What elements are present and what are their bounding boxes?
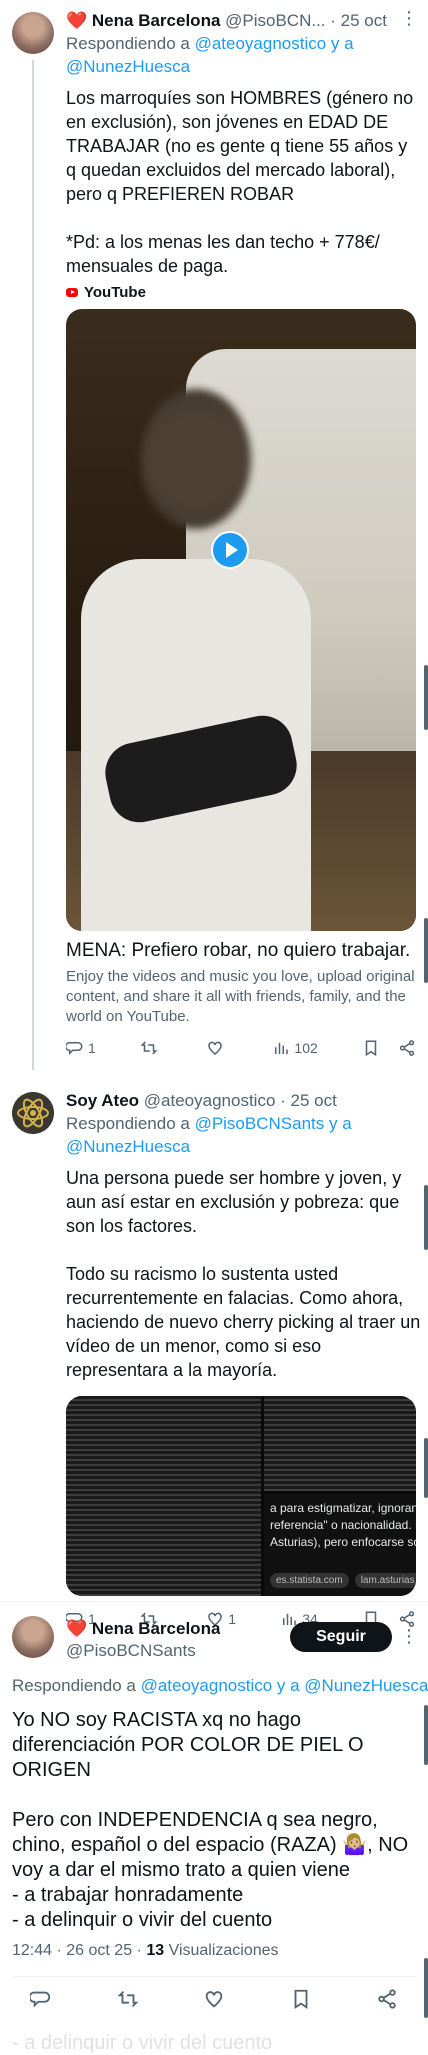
replying-prefix: Respondiendo a: [66, 34, 190, 53]
image-chips: es.statista.com lam.asturias.es: [270, 1573, 416, 1588]
display-name[interactable]: Nena Barcelona: [92, 11, 221, 30]
like-icon[interactable]: [203, 1988, 225, 2010]
handle[interactable]: @PisoBCNSants: [66, 1640, 220, 1662]
play-button[interactable]: [211, 531, 249, 569]
more-icon[interactable]: ⋮: [400, 8, 418, 29]
video-thumbnail[interactable]: [66, 309, 416, 931]
views-label: Visualizaciones: [168, 1942, 279, 1959]
tweet-header: Soy Ateo @ateoyagnostico · 25 oct: [66, 1090, 416, 1112]
scrollbar-thumb[interactable]: [424, 1958, 428, 2018]
views-count: 13: [146, 1942, 165, 1959]
replying-to: Respondiendo a @PisoBCNSants y a @NunezH…: [66, 1112, 416, 1158]
thread-line: [32, 60, 34, 1070]
tweet-header: ❤️ Nena Barcelona @PisoBCN... · 25 oct: [66, 10, 416, 32]
source-chip-asturias[interactable]: lam.asturias.es: [354, 1573, 416, 1588]
scrollbar-thumb[interactable]: [424, 1438, 428, 1498]
scrollbar-thumb[interactable]: [424, 1185, 428, 1250]
card-description: Enjoy the videos and music you love, upl…: [66, 968, 415, 1025]
replying-to: Respondiendo a @ateoyagnostico y a @Nune…: [12, 1674, 428, 1697]
tweet-text: Los marroquíes son HOMBRES (género no en…: [66, 88, 414, 276]
replying-prefix: Respondiendo a: [12, 1676, 136, 1695]
views-button[interactable]: 102: [272, 1039, 318, 1057]
handle[interactable]: @PisoBCN...: [225, 11, 325, 30]
scrollbar-thumb[interactable]: [424, 1705, 428, 1765]
display-name[interactable]: Soy Ateo: [66, 1091, 139, 1110]
retweet-button[interactable]: [140, 1039, 162, 1057]
bookmark-icon[interactable]: [290, 1988, 312, 2010]
image-right[interactable]: [264, 1396, 416, 1491]
follow-button[interactable]: Seguir: [290, 1622, 392, 1652]
share-icon[interactable]: [398, 1039, 416, 1057]
image-bottom-right[interactable]: a para estigmatizar, ignorando c referen…: [264, 1494, 416, 1596]
reply-icon[interactable]: [30, 1988, 52, 2010]
heart-emoji: ❤️: [66, 1619, 88, 1638]
replying-prefix: Respondiendo a: [66, 1114, 190, 1133]
tweet-date[interactable]: 25 oct: [291, 1091, 337, 1110]
display-name-row: ❤️ Nena Barcelona: [66, 1618, 220, 1640]
scrollbar-thumb[interactable]: [424, 665, 428, 730]
ghost-text: - a delinquir o vivir del cuento: [12, 2032, 273, 2054]
action-bar: 1 102: [66, 1039, 416, 1057]
main-tweet-text: Yo NO soy RACISTA xq no hago diferenciac…: [12, 1709, 409, 1931]
heart-emoji: ❤️: [66, 11, 88, 30]
like-icon: [208, 1041, 222, 1055]
youtube-icon: [66, 288, 78, 297]
reply-to-users[interactable]: @ateoyagnostico y a @NunezHuesca: [141, 1676, 428, 1695]
source-chip-statista[interactable]: es.statista.com: [270, 1573, 349, 1588]
divider: [0, 1601, 428, 1602]
image-overlay-text: a para estigmatizar, ignorando c referen…: [270, 1501, 416, 1549]
avatar[interactable]: [12, 1616, 54, 1658]
card-title[interactable]: MENA: Prefiero robar, no quiero trabajar…: [66, 939, 416, 963]
avatar[interactable]: [12, 12, 54, 54]
replying-to: Respondiendo a @ateoyagnostico y a @Nune…: [66, 32, 416, 78]
timestamp-row: 12:44 · 26 oct 25 · 13 Visualizaciones: [12, 1942, 279, 1960]
display-name[interactable]: Nena Barcelona: [92, 1619, 221, 1638]
views-count: 102: [294, 1040, 318, 1056]
avatar[interactable]: [12, 1092, 54, 1134]
dot-separator: ·: [280, 1091, 286, 1110]
tweet-text: Una persona puede ser hombre y joven, y …: [66, 1168, 421, 1380]
card-source-label: YouTube: [84, 284, 146, 301]
reply-button[interactable]: 1: [66, 1039, 96, 1057]
share-icon[interactable]: [376, 1988, 398, 2010]
tweet-soy-ateo[interactable]: Soy Ateo @ateoyagnostico · 25 oct Respon…: [0, 1082, 428, 1628]
image-left[interactable]: [66, 1396, 261, 1596]
retweet-icon: [140, 1041, 158, 1055]
handle[interactable]: @ateoyagnostico: [144, 1091, 276, 1110]
retweet-icon[interactable]: [117, 1988, 139, 2010]
timestamp[interactable]: 12:44 · 26 oct 25 ·: [12, 1942, 142, 1959]
play-icon: [226, 542, 238, 558]
bookmark-share: [362, 1039, 416, 1057]
main-tweet: ❤️ Nena Barcelona @PisoBCNSants Seguir ⋮…: [0, 1604, 428, 2054]
views-icon: [275, 1042, 289, 1054]
reply-count: 1: [88, 1040, 96, 1056]
like-button[interactable]: [206, 1039, 228, 1057]
divider: [12, 1976, 416, 1977]
tweet-date[interactable]: 25 oct: [341, 11, 387, 30]
tweet-nena-1[interactable]: ❤️ Nena Barcelona @PisoBCN... · 25 oct R…: [0, 0, 428, 1080]
image-grid[interactable]: a para estigmatizar, ignorando c referen…: [66, 1396, 416, 1596]
reply-icon: [66, 1042, 83, 1056]
scrollbar-thumb[interactable]: [424, 918, 428, 983]
bookmark-icon[interactable]: [362, 1039, 380, 1057]
dot-separator: ·: [330, 11, 336, 30]
more-icon[interactable]: ⋮: [400, 1626, 418, 1647]
card-source[interactable]: YouTube: [66, 284, 416, 301]
person-head: [141, 389, 251, 529]
atom-logo-icon: [12, 1092, 54, 1134]
main-action-bar: [30, 1988, 398, 2010]
